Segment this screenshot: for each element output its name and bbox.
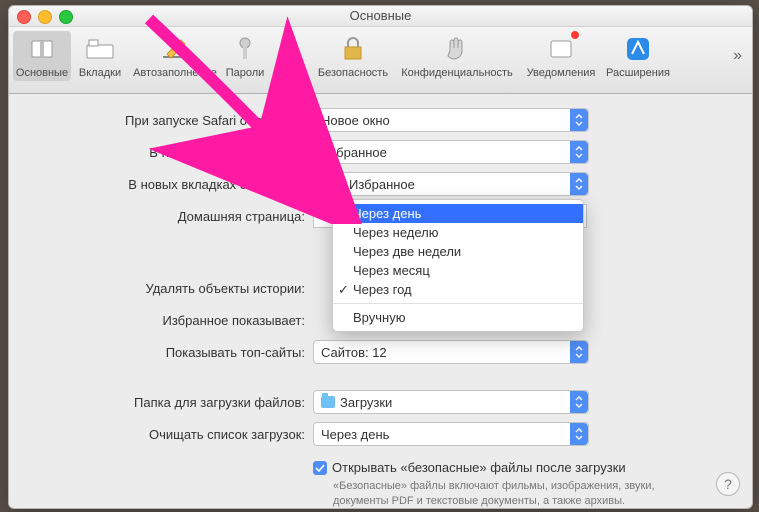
close-window-button[interactable] (17, 10, 31, 24)
new-tabs-select[interactable]: Избранное (313, 172, 589, 196)
tab-autofill[interactable]: Автозаполнение (129, 31, 221, 81)
history-retention-menu: Через день Через неделю Через две недели… (332, 199, 584, 332)
menu-separator (333, 303, 583, 304)
tab-search[interactable]: Поиск (269, 31, 313, 81)
prefs-toolbar: Основные Вкладки Автозаполнение Пароли П… (9, 27, 752, 94)
clear-downloads-select[interactable]: Через день (313, 422, 589, 446)
menu-item-week[interactable]: Через неделю (333, 223, 583, 242)
safe-open-label: Открывать «безопасные» файлы после загру… (332, 460, 626, 475)
favorites-label: Избранное показывает: (59, 313, 313, 328)
menu-item-day[interactable]: Через день (333, 204, 583, 223)
pencil-icon (159, 33, 191, 65)
chevron-updown-icon (570, 423, 588, 445)
general-icon (26, 33, 58, 65)
minimize-window-button[interactable] (38, 10, 52, 24)
window-controls (17, 10, 73, 24)
topsites-select[interactable]: Сайтов: 12 (313, 340, 589, 364)
folder-icon (321, 396, 335, 408)
key-icon (229, 33, 261, 65)
chevron-updown-icon (570, 141, 588, 163)
search-icon (275, 33, 307, 65)
remove-history-label: Удалять объекты истории: (59, 281, 313, 296)
toolbar-overflow-button[interactable]: » (733, 47, 742, 65)
tab-general[interactable]: Основные (13, 31, 71, 81)
tab-passwords[interactable]: Пароли (221, 31, 269, 81)
tab-extensions[interactable]: Расширения (601, 31, 675, 81)
zoom-window-button[interactable] (59, 10, 73, 24)
check-icon: ✓ (338, 282, 349, 298)
hand-icon (441, 33, 473, 65)
tabs-icon (84, 33, 116, 65)
launch-select[interactable]: Новое окно (313, 108, 589, 132)
downloads-folder-label: Папка для загрузки файлов: (59, 395, 313, 410)
clear-downloads-label: Очищать список загрузок: (59, 427, 313, 442)
homepage-label: Домашняя страница: (59, 209, 313, 224)
extensions-icon (622, 33, 654, 65)
menu-item-manual[interactable]: Вручную (333, 308, 583, 327)
chevron-updown-icon (570, 109, 588, 131)
safe-open-checkbox[interactable] (313, 461, 327, 475)
tab-tabs[interactable]: Вкладки (71, 31, 129, 81)
titlebar: Основные (9, 6, 752, 27)
menu-item-year[interactable]: ✓Через год (333, 280, 583, 299)
launch-label: При запуске Safari открывать: (59, 113, 313, 128)
menu-item-two-weeks[interactable]: Через две недели (333, 242, 583, 261)
safe-open-hint: «Безопасные» файлы включают фильмы, изоб… (333, 479, 713, 509)
new-windows-select[interactable]: Избранное (313, 140, 589, 164)
notification-icon (545, 33, 577, 65)
chevron-updown-icon (570, 173, 588, 195)
new-windows-label: В новых окнах открывать: (59, 145, 313, 160)
tab-notifications[interactable]: Уведомления (521, 31, 601, 81)
downloads-folder-select[interactable]: Загрузки (313, 390, 589, 414)
chevron-updown-icon (570, 391, 588, 413)
tab-privacy[interactable]: Конфиденциальность (393, 31, 521, 81)
menu-item-month[interactable]: Через месяц (333, 261, 583, 280)
chevron-updown-icon (570, 341, 588, 363)
window-title: Основные (350, 8, 412, 23)
new-tabs-label: В новых вкладках открывать: (59, 177, 313, 192)
topsites-label: Показывать топ-сайты: (59, 345, 313, 360)
preferences-window: Основные Основные Вкладки Автозаполнение… (8, 5, 753, 509)
lock-icon (337, 33, 369, 65)
help-button[interactable]: ? (716, 472, 740, 496)
tab-security[interactable]: Безопасность (313, 31, 393, 81)
